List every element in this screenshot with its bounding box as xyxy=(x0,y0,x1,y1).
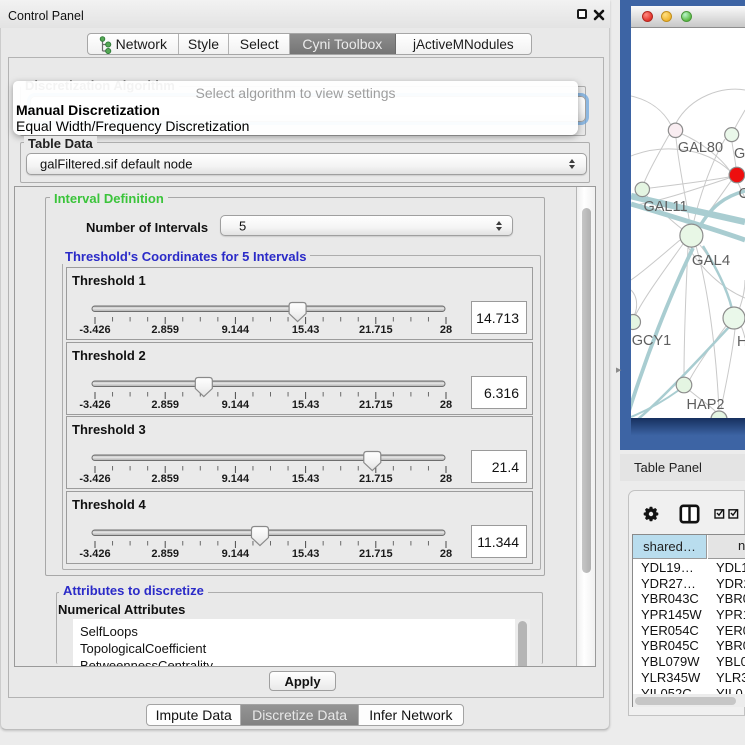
svg-text:CD: CD xyxy=(739,186,745,202)
svg-text:HA: HA xyxy=(737,334,745,350)
svg-text:GAL80: GAL80 xyxy=(678,140,723,156)
svg-text:GA: GA xyxy=(734,146,745,162)
svg-text:HAP2: HAP2 xyxy=(687,397,725,413)
svg-text:GCY1: GCY1 xyxy=(632,333,672,349)
svg-text:GAL11: GAL11 xyxy=(643,199,687,215)
svg-text:GAL4: GAL4 xyxy=(692,252,730,269)
